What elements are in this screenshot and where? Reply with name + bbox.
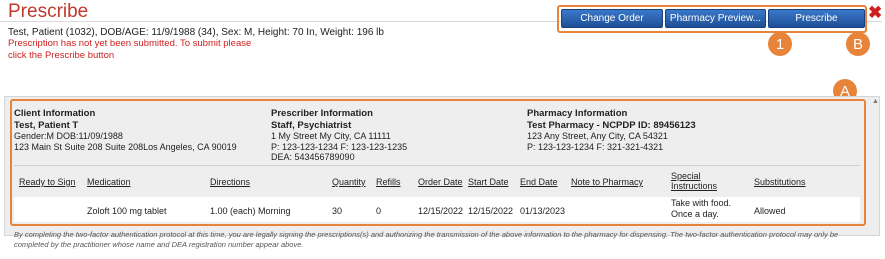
warning-line-1: Prescription has not yet been submitted.… [8, 38, 252, 49]
annotation-marker-1: 1 [768, 32, 792, 56]
patient-summary: Test, Patient (1032), DOB/AGE: 11/9/1988… [8, 27, 384, 38]
close-icon[interactable]: ✖ [868, 3, 882, 23]
change-order-button[interactable]: Change Order [561, 9, 663, 28]
pharmacy-preview-button[interactable]: Pharmacy Preview... [665, 9, 766, 28]
prescribe-button[interactable]: Prescribe [768, 9, 865, 28]
scroll-arrow-icon[interactable]: ▲ [872, 98, 879, 105]
submission-warning: Prescription has not yet been submitted.… [8, 38, 288, 62]
legal-disclaimer: By completing the two-factor authenticat… [14, 230, 839, 249]
dialog-title: Prescribe [8, 1, 89, 22]
annotation-marker-b: B [846, 32, 870, 56]
warning-line-2: click the Prescribe button [8, 50, 115, 61]
prescription-highlight [10, 99, 866, 226]
